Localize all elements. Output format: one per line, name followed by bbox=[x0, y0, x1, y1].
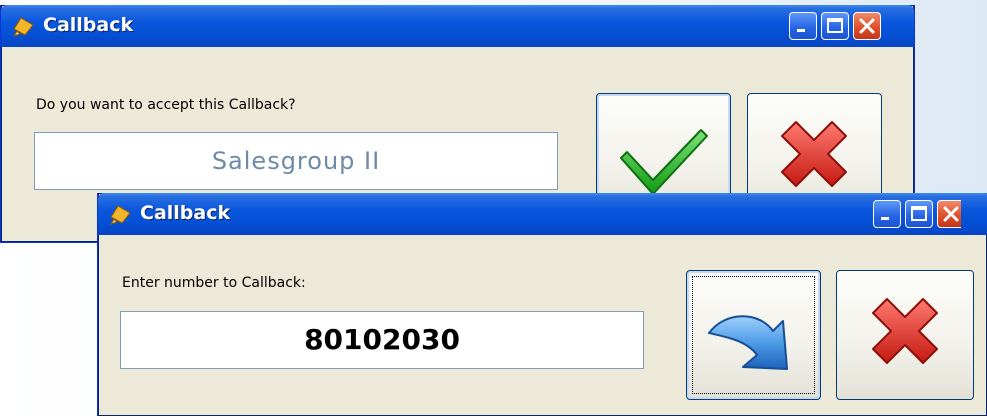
callback-number-input[interactable]: 80102030 bbox=[120, 311, 644, 369]
callback-number-dialog: Callback Enter number to Callback: 80102… bbox=[97, 193, 987, 416]
maximize-icon bbox=[827, 18, 843, 33]
maximize-button[interactable] bbox=[821, 12, 849, 40]
blue-arrow-icon bbox=[708, 315, 788, 370]
maximize-icon bbox=[911, 206, 927, 221]
callback-button[interactable] bbox=[686, 270, 821, 400]
minimize-button[interactable] bbox=[873, 200, 901, 228]
group-name-field[interactable]: Salesgroup II bbox=[34, 132, 558, 190]
close-icon bbox=[943, 206, 959, 222]
close-icon bbox=[859, 18, 875, 34]
minimize-icon bbox=[881, 217, 889, 220]
close-button[interactable] bbox=[937, 200, 961, 228]
maximize-button[interactable] bbox=[905, 200, 933, 228]
group-name-value: Salesgroup II bbox=[211, 147, 381, 175]
phone-bell-icon bbox=[12, 17, 34, 37]
callback-number-value: 80102030 bbox=[304, 323, 460, 356]
minimize-icon bbox=[797, 29, 805, 32]
title-bar[interactable]: Callback bbox=[1, 5, 914, 47]
cancel-button[interactable] bbox=[836, 270, 974, 400]
prompt-label: Enter number to Callback: bbox=[122, 275, 306, 291]
prompt-label: Do you want to accept this Callback? bbox=[36, 97, 296, 113]
window-title: Callback bbox=[43, 14, 134, 36]
window-title: Callback bbox=[140, 202, 231, 224]
close-button[interactable] bbox=[853, 12, 881, 40]
title-bar[interactable]: Callback bbox=[98, 193, 987, 235]
phone-bell-icon bbox=[109, 205, 131, 225]
red-x-icon bbox=[872, 298, 938, 364]
minimize-button[interactable] bbox=[789, 12, 817, 40]
